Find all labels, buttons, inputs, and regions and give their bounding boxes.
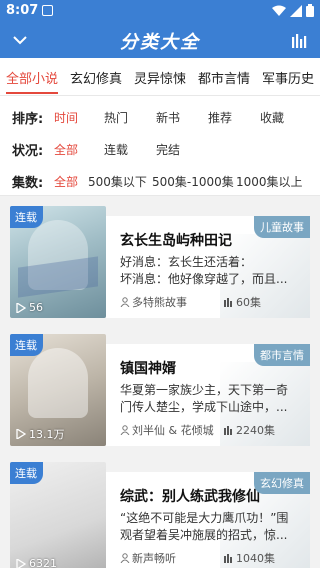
book-author: 新声畅听 [120, 550, 176, 566]
book-episodes: 60集 [224, 294, 261, 310]
book-episode-count: 1040集 [236, 552, 275, 565]
book-info: 镇国神婿 都市言情 华夏第一家族少主，天下第一奇 门传人楚尘，学成下山途中，..… [106, 344, 310, 446]
status-option-completed[interactable]: 完结 [156, 141, 180, 158]
status-option-all[interactable]: 全部 [54, 141, 78, 158]
status-badge: 连载 [10, 334, 43, 356]
sort-option-hot[interactable]: 热门 [104, 109, 128, 126]
status-badge: 连载 [10, 206, 43, 228]
status-label: 状况: [12, 144, 44, 159]
book-description-line: 好消息：玄长生还活着： [120, 255, 253, 269]
book-episode-count: 60集 [236, 296, 261, 309]
page-title: 分类大全 [120, 32, 200, 53]
play-icon [16, 558, 26, 568]
book-description: 好消息：玄长生还活着： 坏消息：他好像穿越了，而且... [120, 254, 304, 288]
book-description-line: 门传人楚尘，学成下山途中，... [120, 400, 288, 414]
book-card[interactable]: 玄长生岛屿种田记 儿童故事 好消息：玄长生还活着： 坏消息：他好像穿越了，而且.… [10, 206, 310, 318]
book-info: 玄长生岛屿种田记 儿童故事 好消息：玄长生还活着： 坏消息：他好像穿越了，而且.… [106, 216, 310, 318]
book-category-badge: 儿童故事 [254, 216, 310, 238]
status-time: 8:07 [6, 3, 39, 18]
notification-icon [42, 5, 53, 16]
book-episode-count: 2240集 [236, 424, 275, 437]
book-info: 综武：别人练武我修仙 玄幻修真 “这绝不可能是大力鹰爪功！”围 观者望着吴冲施展… [106, 472, 310, 568]
bar-chart-icon [224, 426, 232, 435]
book-category-badge: 玄幻修真 [254, 472, 310, 494]
book-title: 玄长生岛屿种田记 [120, 233, 232, 249]
user-icon [120, 297, 130, 307]
book-category-badge: 都市言情 [254, 344, 310, 366]
cover-art [28, 348, 88, 418]
tab-all-novels[interactable]: 全部小说 [6, 68, 58, 87]
wifi-icon [272, 5, 286, 16]
user-icon [120, 425, 130, 435]
play-count-value: 56 [29, 301, 43, 314]
book-cover[interactable]: 连载 56 [10, 206, 106, 318]
book-episodes: 1040集 [224, 550, 275, 566]
status-badge: 连载 [10, 462, 43, 484]
battery-icon [306, 4, 314, 17]
tab-fantasy[interactable]: 玄幻修真 [70, 68, 122, 87]
book-meta: 刘半仙 & 花倾城 2240集 [120, 422, 304, 438]
book-author: 刘半仙 & 花倾城 [120, 422, 214, 438]
book-title: 综武：别人练武我修仙 [120, 489, 260, 505]
book-meta: 新声畅听 1040集 [120, 550, 304, 566]
status-bar: 8:07 [0, 0, 320, 22]
status-option-ongoing[interactable]: 连载 [104, 141, 128, 158]
play-count-value: 13.1万 [29, 428, 65, 441]
book-description: 华夏第一家族少主，天下第一奇 门传人楚尘，学成下山途中，... [120, 382, 304, 416]
sort-option-time[interactable]: 时间 [54, 109, 78, 126]
sort-row: 排序: 时间 热门 新书 推荐 收藏 [0, 104, 320, 128]
episodes-row: 集数: 全部 500集以下 500集-1000集 1000集以上 [0, 168, 320, 192]
play-count: 6321 [16, 557, 57, 568]
book-card[interactable]: 镇国神婿 都市言情 华夏第一家族少主，天下第一奇 门传人楚尘，学成下山途中，..… [10, 334, 310, 446]
episodes-option-under-500[interactable]: 500集以下 [88, 173, 147, 190]
play-count: 13.1万 [16, 426, 65, 442]
app-header: 分类大全 [0, 22, 320, 58]
bar-chart-icon[interactable] [290, 31, 308, 49]
book-author-name: 刘半仙 & 花倾城 [132, 424, 214, 437]
book-episodes: 2240集 [224, 422, 275, 438]
book-cover[interactable]: 连载 13.1万 [10, 334, 106, 446]
user-icon [120, 553, 130, 563]
tab-urban-romance[interactable]: 都市言情 [198, 68, 250, 87]
book-title: 镇国神婿 [120, 361, 176, 377]
active-tab-indicator [6, 92, 58, 94]
episodes-option-over-1000[interactable]: 1000集以上 [236, 173, 303, 190]
episodes-label: 集数: [12, 176, 44, 191]
sort-label: 排序: [12, 112, 44, 127]
status-row: 状况: 全部 连载 完结 [0, 136, 320, 160]
signal-icon [290, 4, 302, 17]
tab-military-history[interactable]: 军事历史 [262, 68, 314, 87]
bar-chart-icon [224, 554, 232, 563]
category-tabs: 全部小说 玄幻修真 灵异惊悚 都市言情 军事历史 [0, 58, 320, 96]
status-icons [272, 4, 314, 17]
book-cover[interactable]: 连载 6321 [10, 462, 106, 568]
filter-panel: 排序: 时间 热门 新书 推荐 收藏 状况: 全部 连载 完结 集数: 全部 5… [0, 96, 320, 196]
sort-option-recommended[interactable]: 推荐 [208, 109, 232, 126]
book-description-line: 坏消息：他好像穿越了，而且... [120, 272, 288, 286]
book-description-line: “这绝不可能是大力鹰爪功！”围 [120, 511, 289, 525]
book-author: 多特熊故事 [120, 294, 187, 310]
book-description: “这绝不可能是大力鹰爪功！”围 观者望着吴冲施展的招式，惊... [120, 510, 304, 544]
book-author-name: 多特熊故事 [132, 296, 187, 309]
book-meta: 多特熊故事 60集 [120, 294, 304, 310]
episodes-option-all[interactable]: 全部 [54, 173, 78, 190]
episodes-option-500-1000[interactable]: 500集-1000集 [152, 173, 234, 190]
book-description-line: 华夏第一家族少主，天下第一奇 [120, 383, 289, 397]
play-icon [16, 302, 26, 313]
sort-option-favorites[interactable]: 收藏 [260, 109, 284, 126]
sort-option-new[interactable]: 新书 [156, 109, 180, 126]
bar-chart-icon [224, 298, 232, 307]
play-icon [16, 429, 26, 439]
book-description-line: 观者望着吴冲施展的招式，惊... [120, 528, 288, 542]
book-card[interactable]: 综武：别人练武我修仙 玄幻修真 “这绝不可能是大力鹰爪功！”围 观者望着吴冲施展… [10, 462, 310, 568]
book-author-name: 新声畅听 [132, 552, 176, 565]
play-count: 56 [16, 301, 43, 314]
tab-supernatural[interactable]: 灵异惊悚 [134, 68, 186, 87]
play-count-value: 6321 [29, 557, 57, 568]
